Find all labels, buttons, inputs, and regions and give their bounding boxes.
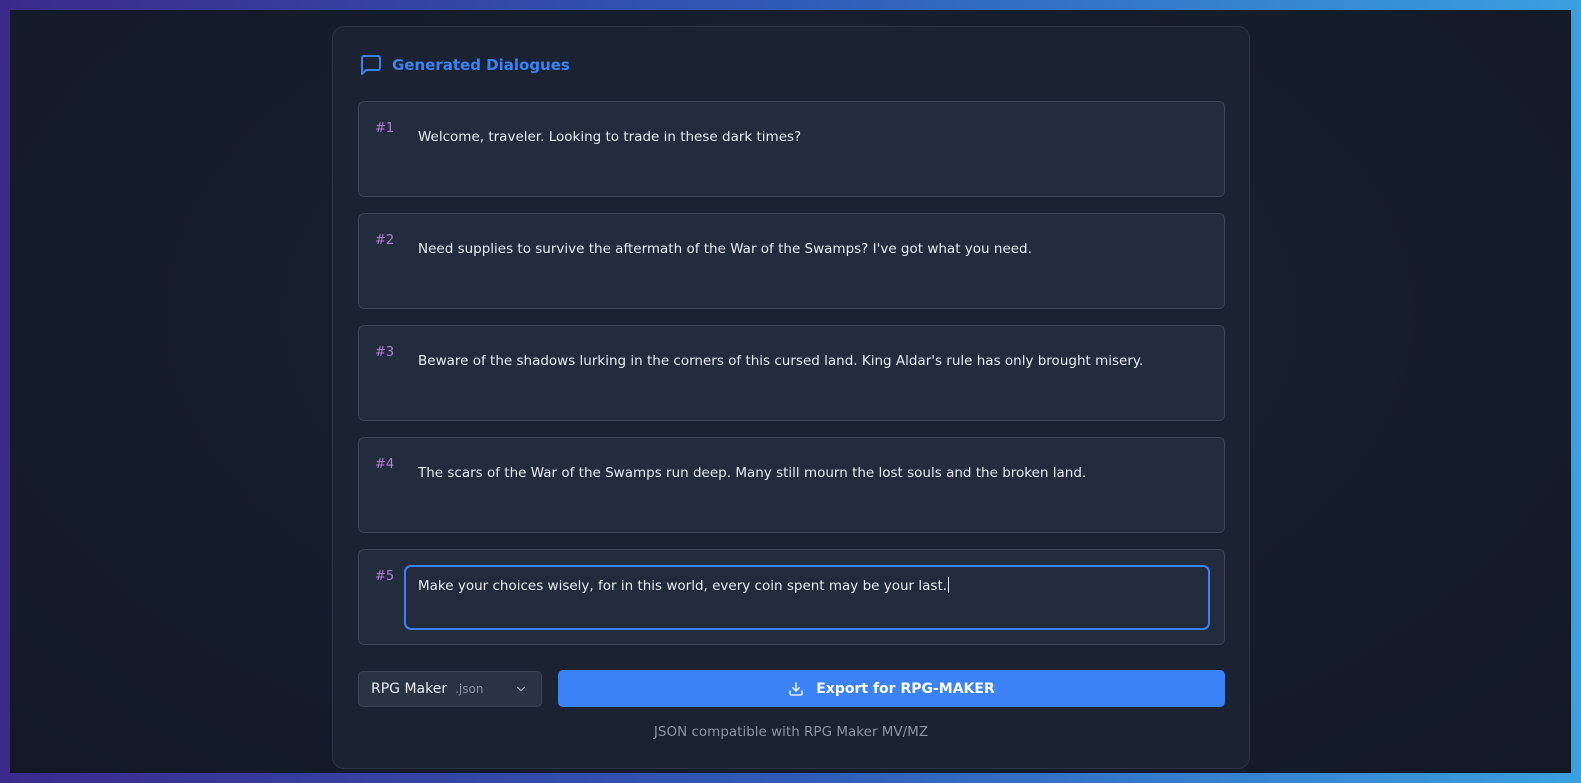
dialogue-text[interactable]: Need supplies to survive the aftermath o… xyxy=(418,241,1208,257)
dialogue-number: #4 xyxy=(375,457,395,472)
dialogue-text[interactable]: Make your choices wisely, for in this wo… xyxy=(418,577,1192,594)
panel-header: Generated Dialogues xyxy=(359,53,570,77)
dialogue-card-3[interactable]: #3 Beware of the shadows lurking in the … xyxy=(358,325,1225,421)
dialogue-number: #3 xyxy=(375,345,395,360)
dialogue-card-4[interactable]: #4 The scars of the War of the Swamps ru… xyxy=(358,437,1225,533)
app-frame: Generated Dialogues #1 Welcome, traveler… xyxy=(10,10,1571,773)
message-square-icon xyxy=(361,55,381,75)
dialogue-text-field[interactable]: Make your choices wisely, for in this wo… xyxy=(404,565,1210,630)
chevron-down-icon xyxy=(516,686,526,692)
dialogue-card-2[interactable]: #2 Need supplies to survive the aftermat… xyxy=(358,213,1225,309)
panel-title: Generated Dialogues xyxy=(392,56,570,74)
dialogue-text[interactable]: Beware of the shadows lurking in the cor… xyxy=(418,353,1208,369)
compatibility-note: JSON compatible with RPG Maker MV/MZ xyxy=(653,724,929,740)
dialogue-card-1[interactable]: #1 Welcome, traveler. Looking to trade i… xyxy=(358,101,1225,197)
dialogue-number: #5 xyxy=(375,569,395,584)
text-caret xyxy=(948,577,950,593)
select-extension: .json xyxy=(455,682,484,696)
dialogue-number: #2 xyxy=(375,233,395,248)
dialogue-text[interactable]: Welcome, traveler. Looking to trade in t… xyxy=(418,129,1208,145)
dialogue-number: #1 xyxy=(375,121,395,136)
export-button[interactable]: Export for RPG-MAKER xyxy=(558,670,1225,707)
export-button-label: Export for RPG-MAKER xyxy=(816,680,995,697)
dialogue-card-5[interactable]: #5 Make your choices wisely, for in this… xyxy=(358,549,1225,645)
download-icon xyxy=(789,681,803,696)
dialogues-panel: Generated Dialogues #1 Welcome, traveler… xyxy=(332,26,1250,769)
export-format-select[interactable]: RPG Maker .json xyxy=(358,671,542,707)
dialogue-text[interactable]: The scars of the War of the Swamps run d… xyxy=(418,465,1208,481)
select-label: RPG Maker xyxy=(371,681,448,697)
